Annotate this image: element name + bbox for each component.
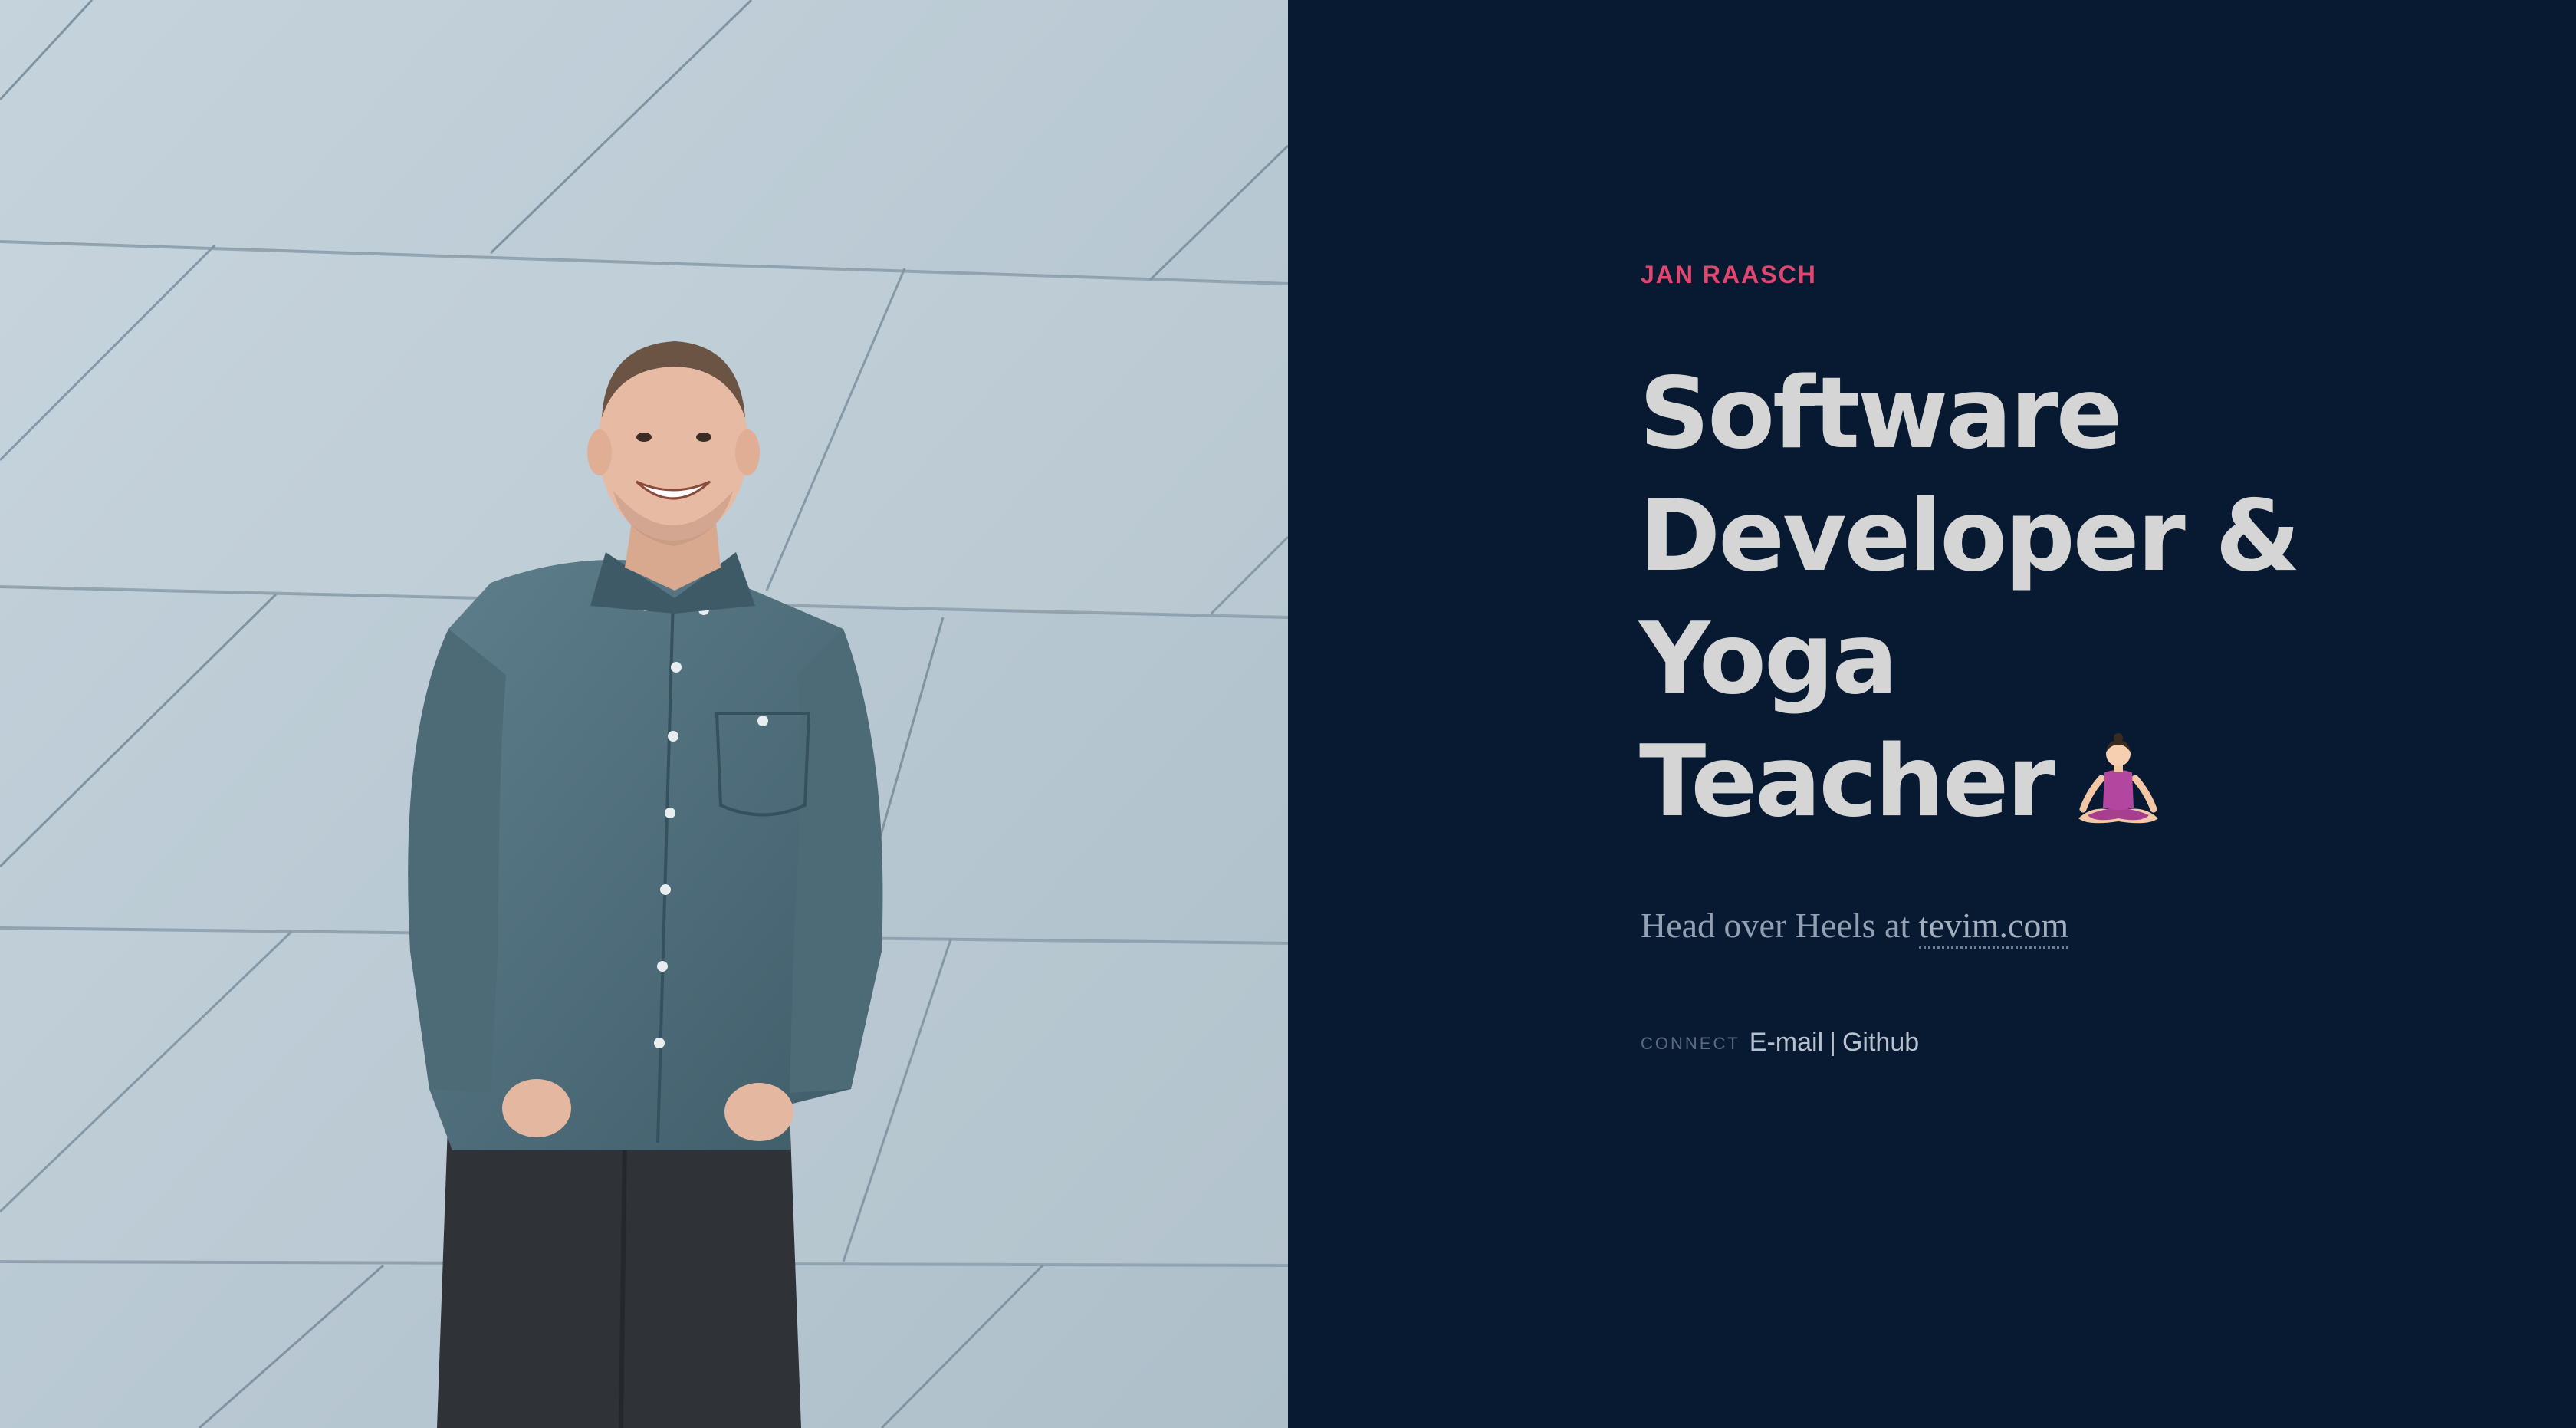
headline-line: Yoga <box>1639 602 1898 716</box>
github-link[interactable]: Github <box>1842 1028 1919 1057</box>
link-separator: | <box>1829 1028 1836 1057</box>
tevim-link[interactable]: tevim.com <box>1918 906 2069 949</box>
author-name: JAN RAASCH <box>1641 261 1817 288</box>
headline: Software Developer & Yoga Teacher <box>1639 353 2406 844</box>
tagline-prefix: Head over Heels at <box>1641 906 1911 945</box>
connect-label: CONNECT <box>1641 1034 1740 1053</box>
person-in-lotus-position-icon <box>2072 732 2164 832</box>
headline-line: Teacher <box>1639 725 2055 839</box>
email-link[interactable]: E-mail <box>1750 1028 1823 1057</box>
connect-row: CONNECT E-mail | Github <box>1641 1028 1919 1058</box>
headline-line: Software <box>1639 357 2123 471</box>
tagline: Head over Heels at tevim.com <box>1641 905 2069 949</box>
intro-panel: JAN RAASCH Software Developer & Yoga Tea… <box>1288 0 2576 1428</box>
headline-line-with-icon: Teacher <box>1639 721 2406 844</box>
landing-page: JAN RAASCH Software Developer & Yoga Tea… <box>0 0 2576 1428</box>
portrait-photo <box>0 0 1288 1428</box>
headline-line: Developer & <box>1639 479 2301 594</box>
